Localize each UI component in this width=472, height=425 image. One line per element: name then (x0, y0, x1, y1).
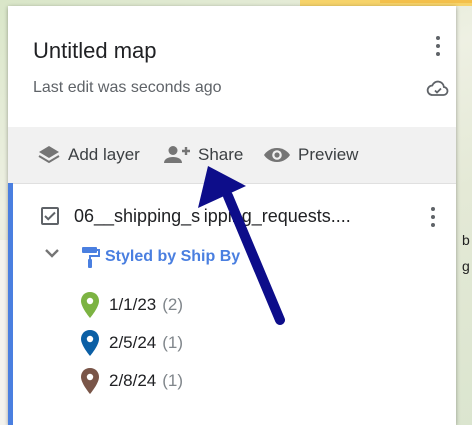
legend-item-count: (1) (162, 333, 184, 352)
layer-options-kebab-icon[interactable] (421, 205, 445, 229)
map-pin-icon (81, 292, 99, 318)
preview-label: Preview (298, 145, 359, 164)
legend-item-label: 2/8/24 (109, 371, 157, 390)
legend-item[interactable]: 1/1/23 (2) (79, 291, 183, 319)
legend-item[interactable]: 2/8/24 (1) (79, 367, 183, 395)
chevron-down-icon[interactable] (43, 245, 61, 266)
map-pin-icon (81, 330, 99, 356)
map-pin-icon (81, 368, 99, 394)
legend-item-label: 1/1/23 (109, 295, 157, 314)
style-by-button[interactable]: Styled by Ship By (79, 245, 240, 269)
layer-name[interactable]: 06__shipping_s ipping_requests.... (74, 206, 351, 227)
eye-icon (264, 148, 290, 162)
map-legend-panel: Untitled map Last edit was seconds ago A… (8, 6, 456, 425)
style-by-label: Styled by Ship By (105, 248, 241, 265)
map-label-fragment: b (462, 232, 470, 248)
preview-button[interactable]: Preview (262, 127, 358, 183)
layer-visibility-checkbox[interactable] (41, 207, 59, 225)
layers-icon (38, 146, 60, 164)
add-layer-button[interactable]: Add layer (36, 127, 140, 183)
layer-toolbar: Add layer Share Preview (8, 127, 456, 184)
map-title[interactable]: Untitled map (33, 38, 157, 64)
legend-item-count: (2) (162, 295, 184, 314)
layer-section: 06__shipping_s ipping_requests.... Style… (8, 183, 456, 425)
legend-item-label: 2/5/24 (109, 333, 157, 352)
checkmark-icon (44, 211, 56, 221)
cloud-saved-icon (426, 76, 450, 100)
map-road (380, 0, 472, 3)
share-label: Share (198, 145, 244, 164)
map-label-fragment: g (462, 258, 470, 274)
add-person-icon (164, 146, 190, 163)
last-edit-status: Last edit was seconds ago (33, 79, 222, 96)
legend-item-count: (1) (162, 371, 184, 390)
add-layer-label: Add layer (68, 145, 140, 164)
panel-header: Untitled map Last edit was seconds ago (8, 6, 456, 127)
paint-roller-icon (82, 247, 100, 268)
map-options-kebab-icon[interactable] (426, 34, 450, 58)
legend-item[interactable]: 2/5/24 (1) (79, 329, 183, 357)
map-road (0, 240, 8, 425)
share-button[interactable]: Share (160, 127, 243, 183)
